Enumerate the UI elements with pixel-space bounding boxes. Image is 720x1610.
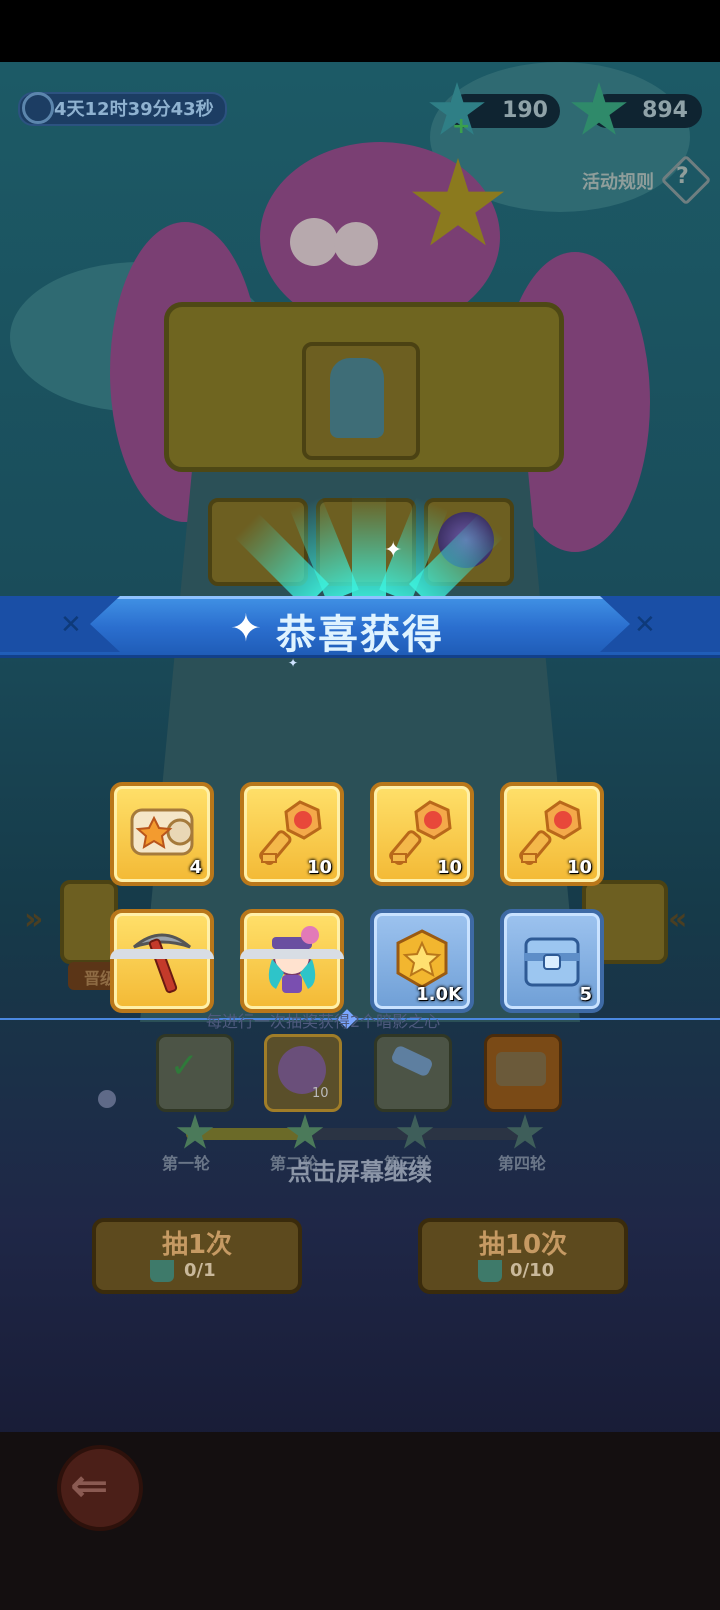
game-screen[interactable]: 4天12时39分43秒 + 190 894 活动规则 ? ✦ ✕ ✕ ✦ 恭喜获… [0,62,720,1610]
reward-count: 4 [189,857,202,878]
reward-tile[interactable] [110,909,214,1013]
stopwatch-icon [22,92,54,124]
reward-count: 10 [566,857,592,878]
currency-2-value: 894 [642,98,688,123]
draw-once-count: 0/1 [184,1260,216,1281]
progress-start-dot [98,1090,116,1108]
reward-count: 10 [306,857,332,878]
currency-1-value: 190 [502,98,548,123]
bucket-icon [478,1260,502,1282]
chest-icon [496,1052,546,1086]
sparkle-icon: ✦ [384,538,403,563]
reward-tile[interactable]: 10 [500,782,604,886]
help-icon-glyph: ? [676,164,689,189]
bucket-icon [150,1260,174,1282]
octopus-eye [334,222,378,266]
draw-ten-label: 抽10次 [478,1230,568,1260]
reward-tile-partial [240,949,344,959]
light-ray [352,496,386,596]
reward-count: 10 [436,857,462,878]
octopus-eye [290,218,338,266]
stage-box-3 [374,1034,452,1112]
back-arrow-icon: ⇐ [70,1458,109,1512]
draw-ten-count: 0/10 [510,1260,555,1281]
reward-tile[interactable]: 1.0K [370,909,474,1013]
dim-arrow-right: « [668,902,688,937]
check-icon: ✓ [170,1046,199,1086]
plus-icon[interactable]: + [452,114,470,139]
reward-tile[interactable]: 10 [370,782,474,886]
progress-hint: 每进行一次抽奖获得2个暗影之心 [206,1012,441,1031]
reward-count: 1.0K [416,984,462,1005]
reward-tile[interactable]: 4 [110,782,214,886]
sparkle-icon: ✦ [288,656,299,670]
draw-once-label: 抽1次 [161,1230,233,1260]
reward-tile-partial [110,949,214,959]
tap-to-continue[interactable]: 点击屏幕继续 [0,1152,720,1187]
stage-box-2-count: 10 [312,1086,329,1101]
event-timer-text: 4天12时39分43秒 [54,99,214,120]
reward-title: 恭喜获得 [276,612,444,658]
reward-tile[interactable]: 10 [240,782,344,886]
rules-label[interactable]: 活动规则 [582,168,654,194]
prize-character [330,358,384,438]
reward-count: 5 [579,984,592,1005]
reward-tile[interactable] [240,909,344,1013]
reward-tile[interactable]: 5 [500,909,604,1013]
dim-arrow-left: » [24,902,44,937]
